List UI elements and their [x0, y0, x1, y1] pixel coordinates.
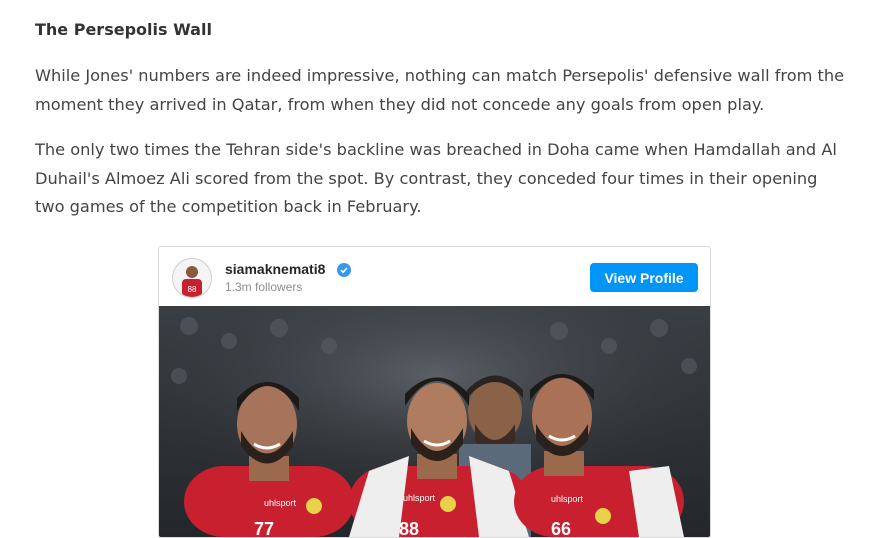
post-photo[interactable]: uhlsport 77 uhlsport 88 uhlsport 66 — [159, 306, 710, 537]
follower-count: 1.3m followers — [225, 280, 303, 294]
section-heading: The Persepolis Wall — [35, 20, 212, 39]
sponsor-label-center: uhlsport — [403, 493, 436, 503]
avatar-number: 88 — [188, 285, 197, 294]
verified-badge-icon — [337, 263, 351, 277]
sponsor-label-right: uhlsport — [551, 494, 584, 504]
sponsor-label-left: uhlsport — [264, 498, 297, 508]
article-paragraph-1: While Jones' numbers are indeed impressi… — [35, 66, 845, 114]
view-profile-button[interactable]: View Profile — [590, 263, 698, 292]
profile-avatar[interactable]: 88 — [172, 258, 212, 298]
embed-header: 88 siamaknemati8 1.3m followers View Pro… — [159, 247, 710, 307]
article-paragraph-2: The only two times the Tehran side's bac… — [35, 140, 837, 216]
profile-username[interactable]: siamaknemati8 — [225, 261, 325, 277]
instagram-embed: 88 siamaknemati8 1.3m followers View Pro… — [158, 246, 711, 538]
